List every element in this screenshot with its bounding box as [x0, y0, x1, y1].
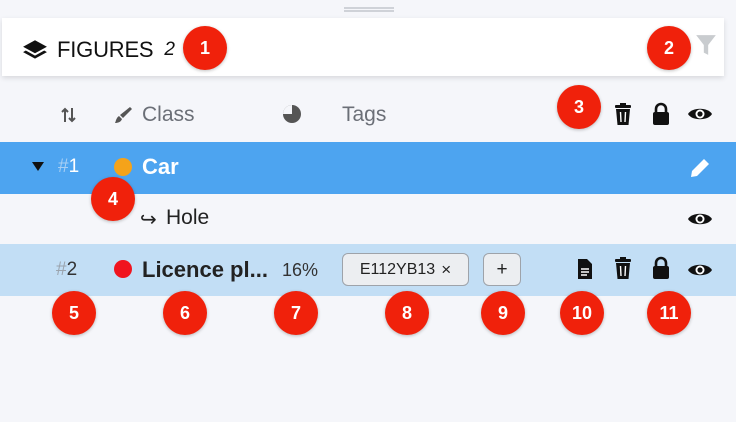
tags-column-header: Tags: [342, 103, 387, 126]
figure-number-hash: #: [58, 156, 69, 177]
class-color-dot: [114, 158, 132, 176]
tag-text: E112YB13: [359, 260, 436, 278]
lock-icon[interactable]: [651, 102, 671, 126]
figure-number: #1: [58, 156, 79, 178]
annotation-badge-11: 11: [647, 291, 691, 335]
figure-class-name: Car: [142, 154, 179, 179]
annotation-badge-3: 3: [557, 85, 601, 129]
filter-icon[interactable]: [695, 33, 717, 57]
pencil-icon[interactable]: [688, 156, 712, 180]
caret-down-icon[interactable]: [31, 159, 45, 173]
tag-chip[interactable]: E112YB13 ×: [342, 253, 469, 286]
figures-panel-header: FIGURES 2: [2, 18, 724, 76]
remove-tag-icon[interactable]: ×: [441, 260, 451, 280]
eye-icon[interactable]: [687, 105, 713, 123]
figure-number-hash: #: [56, 259, 67, 280]
panel-title-group: FIGURES 2: [22, 37, 175, 63]
annotation-badge-8: 8: [385, 291, 429, 335]
child-arrow-icon: ↪: [140, 209, 157, 231]
panel-title: FIGURES: [57, 37, 154, 62]
brush-icon: [115, 107, 132, 123]
add-tag-button[interactable]: +: [483, 253, 521, 286]
sort-icon[interactable]: [60, 105, 78, 125]
figure-area-percent: 16%: [282, 260, 319, 280]
annotation-badge-4: 4: [91, 177, 135, 221]
trash-icon[interactable]: [612, 256, 634, 280]
annotation-badge-5: 5: [52, 291, 96, 335]
document-icon[interactable]: [576, 258, 594, 280]
class-column-header[interactable]: Class: [142, 103, 195, 127]
layers-icon: [23, 40, 47, 59]
eye-icon[interactable]: [687, 261, 713, 279]
child-figure-name: Hole: [166, 206, 210, 229]
eye-icon[interactable]: [687, 210, 713, 228]
class-color-dot: [114, 260, 132, 278]
trash-icon[interactable]: [612, 102, 634, 126]
figure-row[interactable]: #2 Licence pl... 16% E112YB13 × +: [0, 244, 736, 296]
annotation-badge-7: 7: [274, 291, 318, 335]
figure-number-value: 1: [68, 156, 80, 177]
annotation-badge-10: 10: [560, 291, 604, 335]
pie-chart-icon: [283, 105, 301, 123]
annotation-badge-6: 6: [163, 291, 207, 335]
annotation-badge-1: 1: [183, 26, 227, 70]
annotation-badge-2: 2: [647, 26, 691, 70]
figure-count: 2: [164, 39, 175, 60]
figure-number-value: 2: [66, 259, 78, 280]
figure-number: #2: [56, 259, 77, 281]
column-header-row: Class Tags: [0, 97, 736, 133]
lock-icon[interactable]: [651, 256, 671, 280]
figure-class-name: Licence pl...: [142, 257, 268, 282]
panel-resize-handle[interactable]: [344, 7, 394, 12]
annotation-badge-9: 9: [481, 291, 525, 335]
